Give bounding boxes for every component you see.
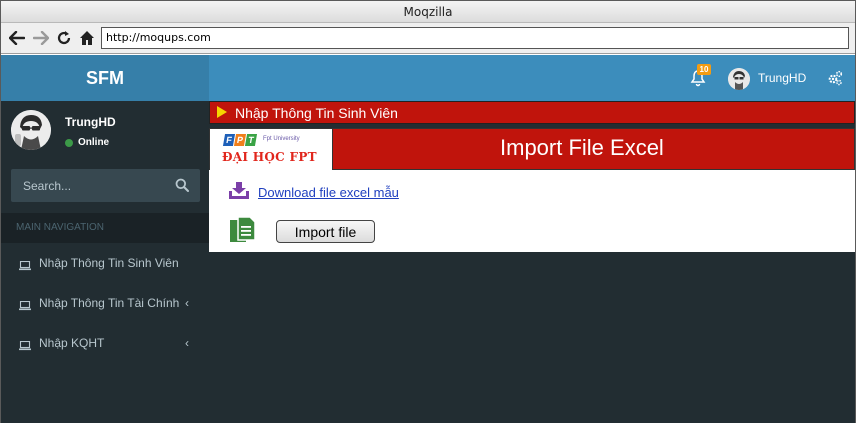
notification-badge: 10 bbox=[697, 64, 711, 75]
logo-name: ĐẠI HỌC FPT bbox=[222, 150, 317, 164]
download-icon[interactable] bbox=[228, 181, 250, 201]
top-navbar: 10 TrungHD bbox=[209, 55, 855, 101]
app-viewport: SFM 10 TrungHD TrungHD Online Search... … bbox=[1, 55, 855, 423]
laptop-icon bbox=[19, 258, 31, 271]
avatar bbox=[11, 110, 51, 150]
logo-letter: T bbox=[244, 134, 258, 146]
sidebar-item-label: Nhập Thông Tin Tài Chính bbox=[39, 296, 180, 310]
chevron-left-icon[interactable]: ‹ bbox=[185, 296, 189, 310]
sidebar-item-kqht[interactable]: Nhập KQHT ‹ bbox=[1, 323, 209, 363]
user-status: Online bbox=[78, 137, 110, 148]
download-template-link[interactable]: Download file excel mẫu bbox=[258, 185, 399, 200]
main-content: Nhập Thông Tin Sinh Viên F P T Fpt Unive… bbox=[209, 101, 855, 423]
sidebar-item-student-info[interactable]: Nhập Thông Tin Sinh Viên bbox=[1, 243, 209, 283]
laptop-icon bbox=[19, 338, 31, 351]
search-icon[interactable] bbox=[175, 178, 189, 192]
top-user-name[interactable]: TrungHD bbox=[758, 71, 806, 85]
browser-window: Moqzilla http://moqups.com SFM 10 TrungH… bbox=[0, 0, 856, 423]
logo-subtitle: Fpt University bbox=[263, 136, 300, 142]
sidebar: TrungHD Online Search... MAIN NAVIGATION… bbox=[1, 101, 209, 423]
url-field[interactable]: http://moqups.com bbox=[101, 27, 849, 49]
fpt-university-logo: F P T Fpt University ĐẠI HỌC FPT bbox=[210, 129, 333, 170]
sidebar-search[interactable]: Search... bbox=[11, 169, 200, 202]
forward-icon[interactable] bbox=[31, 28, 51, 48]
browser-toolbar: http://moqups.com bbox=[1, 23, 855, 54]
play-arrow-icon bbox=[217, 106, 227, 118]
panel-header: F P T Fpt University ĐẠI HỌC FPT Import … bbox=[209, 128, 855, 170]
user-panel: TrungHD Online bbox=[1, 101, 209, 169]
sidebar-item-finance-info[interactable]: Nhập Thông Tin Tài Chính ‹ bbox=[1, 283, 209, 323]
copy-file-icon bbox=[228, 216, 258, 246]
sidebar-item-label: Nhập KQHT bbox=[39, 336, 105, 350]
section-header: Nhập Thông Tin Sinh Viên bbox=[209, 101, 855, 124]
online-status-icon bbox=[65, 139, 73, 147]
chevron-left-icon[interactable]: ‹ bbox=[185, 336, 189, 350]
sidebar-item-label: Nhập Thông Tin Sinh Viên bbox=[39, 256, 179, 270]
user-name: TrungHD bbox=[65, 115, 116, 129]
window-title: Moqzilla bbox=[1, 1, 855, 23]
home-icon[interactable] bbox=[77, 28, 97, 48]
avatar[interactable] bbox=[728, 68, 750, 90]
back-icon[interactable] bbox=[7, 28, 27, 48]
import-panel: F P T Fpt University ĐẠI HỌC FPT Import … bbox=[209, 128, 855, 252]
gears-icon[interactable] bbox=[827, 70, 843, 86]
laptop-icon bbox=[19, 298, 31, 311]
import-file-button[interactable]: Import file bbox=[276, 220, 375, 243]
nav-header: MAIN NAVIGATION bbox=[1, 213, 209, 243]
panel-title: Import File Excel bbox=[500, 135, 664, 160]
app-logo[interactable]: SFM bbox=[1, 55, 209, 101]
fpt-logo-letters: F P T bbox=[222, 134, 258, 146]
section-title: Nhập Thông Tin Sinh Viên bbox=[235, 105, 398, 121]
reload-icon[interactable] bbox=[54, 28, 74, 48]
search-input[interactable]: Search... bbox=[23, 179, 71, 193]
